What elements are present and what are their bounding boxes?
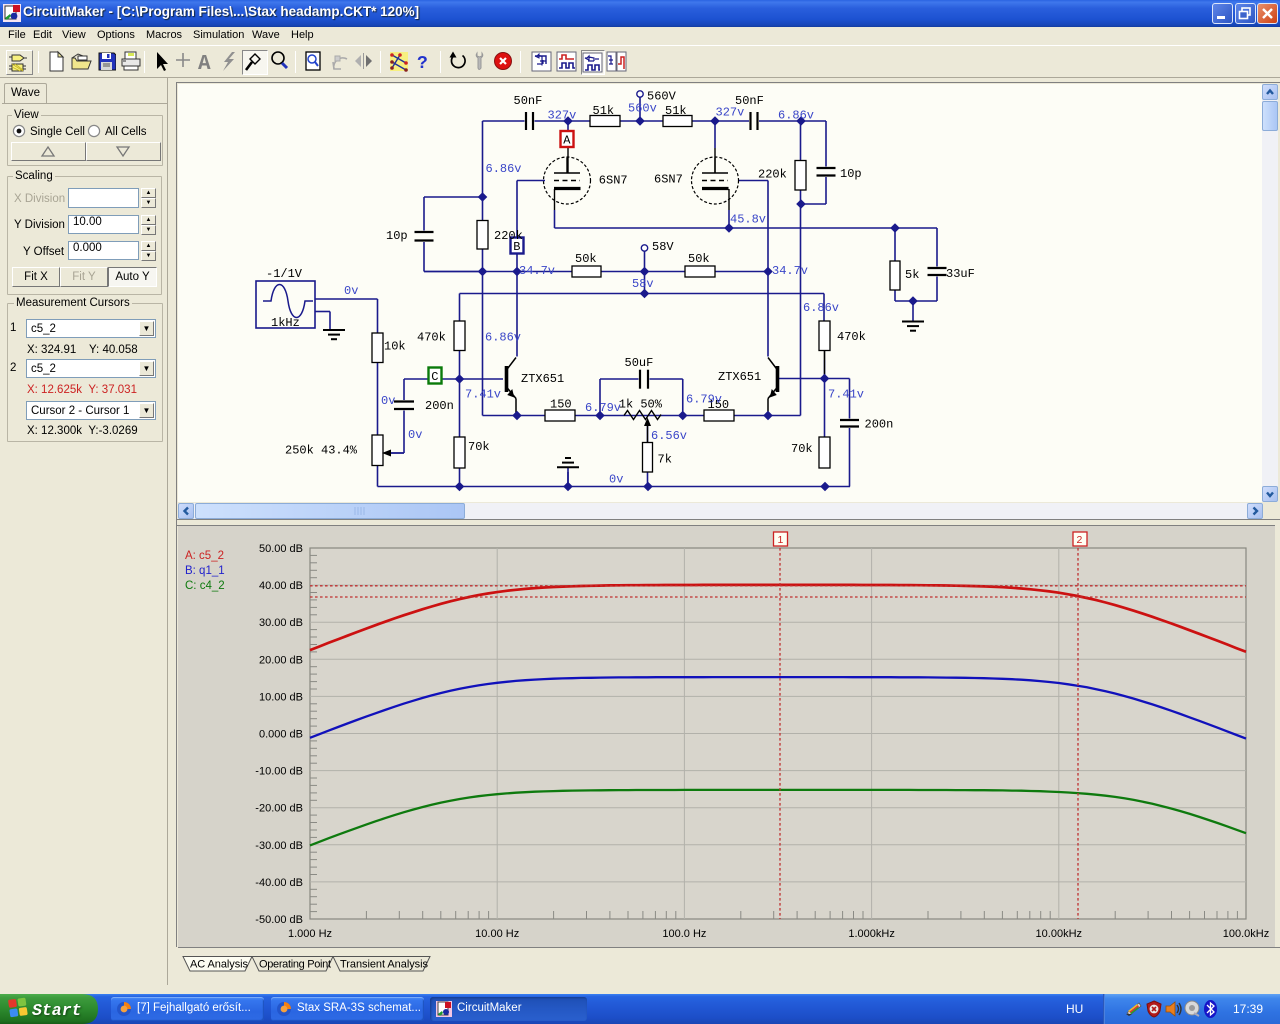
svg-text:Transient Analysis: Transient Analysis xyxy=(340,959,429,971)
svg-text:Operating Point: Operating Point xyxy=(259,959,331,971)
svg-text:AC Analysis: AC Analysis xyxy=(190,959,249,971)
svg-text:Start: Start xyxy=(32,1001,82,1020)
